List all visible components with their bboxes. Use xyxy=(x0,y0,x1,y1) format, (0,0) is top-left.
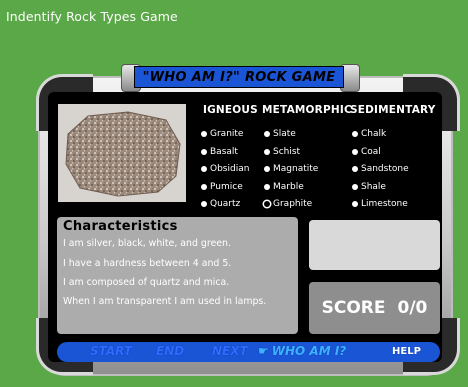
end-button[interactable]: END xyxy=(156,344,184,358)
rock-option-label: Obsidian xyxy=(210,164,250,174)
game-title-bar: "WHO AM I?" ROCK GAME xyxy=(134,66,344,88)
next-button[interactable]: NEXT xyxy=(212,344,248,358)
start-button[interactable]: START xyxy=(90,344,132,358)
rock-option-label: Granite xyxy=(210,129,244,139)
rock-option-label: Limestone xyxy=(361,199,408,209)
rock-option-quartz[interactable]: Quartz xyxy=(201,199,240,209)
radio-icon[interactable] xyxy=(264,166,270,172)
rock-option-shale[interactable]: Shale xyxy=(352,182,386,192)
rock-option-label: Schist xyxy=(273,147,301,157)
category-heading-metamorphic: METAMORPHIC xyxy=(262,104,352,116)
radio-icon[interactable] xyxy=(264,131,270,137)
rock-option-marble[interactable]: Marble xyxy=(264,182,304,192)
rock-option-label: Pumice xyxy=(210,182,243,192)
radio-icon[interactable] xyxy=(352,184,358,190)
rock-sample-image xyxy=(58,104,186,202)
rock-option-basalt[interactable]: Basalt xyxy=(201,147,238,157)
score-label: SCORE xyxy=(321,298,386,318)
rock-option-obsidian[interactable]: Obsidian xyxy=(201,164,249,174)
rock-option-limestone[interactable]: Limestone xyxy=(352,199,408,209)
pointing-hand-icon: ☛ xyxy=(258,344,269,358)
rock-option-label: Graphite xyxy=(273,199,313,209)
rock-option-label: Magnatite xyxy=(273,164,319,174)
who-am-i-button[interactable]: ☛ WHO AM I? xyxy=(258,344,346,358)
radio-icon[interactable] xyxy=(264,201,270,207)
rock-option-granite[interactable]: Granite xyxy=(201,129,243,139)
rock-option-label: Slate xyxy=(273,129,296,139)
characteristic-line: I am silver, black, white, and green. xyxy=(63,238,231,249)
rock-option-chalk[interactable]: Chalk xyxy=(352,129,386,139)
characteristics-panel xyxy=(57,217,298,334)
radio-icon[interactable] xyxy=(352,166,358,172)
game-title: "WHO AM I?" ROCK GAME xyxy=(142,69,336,85)
radio-icon[interactable] xyxy=(264,149,270,155)
rock-option-sandstone[interactable]: Sandstone xyxy=(352,164,409,174)
rock-option-label: Coal xyxy=(361,147,381,157)
rock-option-magnatite[interactable]: Magnatite xyxy=(264,164,318,174)
radio-icon[interactable] xyxy=(352,201,358,207)
score-display: SCORE 0/0 xyxy=(309,282,440,334)
category-heading-igneous: IGNEOUS xyxy=(203,104,258,116)
rock-option-label: Marble xyxy=(273,182,304,192)
radio-icon[interactable] xyxy=(201,131,207,137)
who-am-i-label: WHO AM I? xyxy=(271,344,347,358)
radio-icon[interactable] xyxy=(352,131,358,137)
characteristic-line: I am composed of quartz and mica. xyxy=(63,277,230,288)
rock-option-schist[interactable]: Schist xyxy=(264,147,300,157)
rock-option-coal[interactable]: Coal xyxy=(352,147,381,157)
radio-icon[interactable] xyxy=(201,201,207,207)
radio-icon[interactable] xyxy=(201,184,207,190)
characteristics-heading: Characteristics xyxy=(63,219,178,234)
category-heading-sedimentary: SEDIMENTARY xyxy=(350,104,436,116)
rock-option-label: Chalk xyxy=(361,129,387,139)
radio-icon[interactable] xyxy=(201,149,207,155)
answer-display xyxy=(309,220,440,270)
rock-option-label: Basalt xyxy=(210,147,238,157)
rock-option-slate[interactable]: Slate xyxy=(264,129,296,139)
rock-option-graphite[interactable]: Graphite xyxy=(264,199,312,209)
radio-icon[interactable] xyxy=(352,149,358,155)
score-value: 0/0 xyxy=(397,298,428,318)
rock-option-label: Shale xyxy=(361,182,386,192)
characteristic-line: When I am transparent I am used in lamps… xyxy=(63,296,267,307)
characteristic-line: I have a hardness between 4 and 5. xyxy=(63,258,232,269)
radio-icon[interactable] xyxy=(201,166,207,172)
radio-icon[interactable] xyxy=(264,184,270,190)
help-button[interactable]: HELP xyxy=(392,346,421,357)
rock-option-pumice[interactable]: Pumice xyxy=(201,182,243,192)
page-title: Indentify Rock Types Game xyxy=(6,9,178,24)
rock-option-label: Sandstone xyxy=(361,164,409,174)
rock-option-label: Quartz xyxy=(210,199,241,209)
